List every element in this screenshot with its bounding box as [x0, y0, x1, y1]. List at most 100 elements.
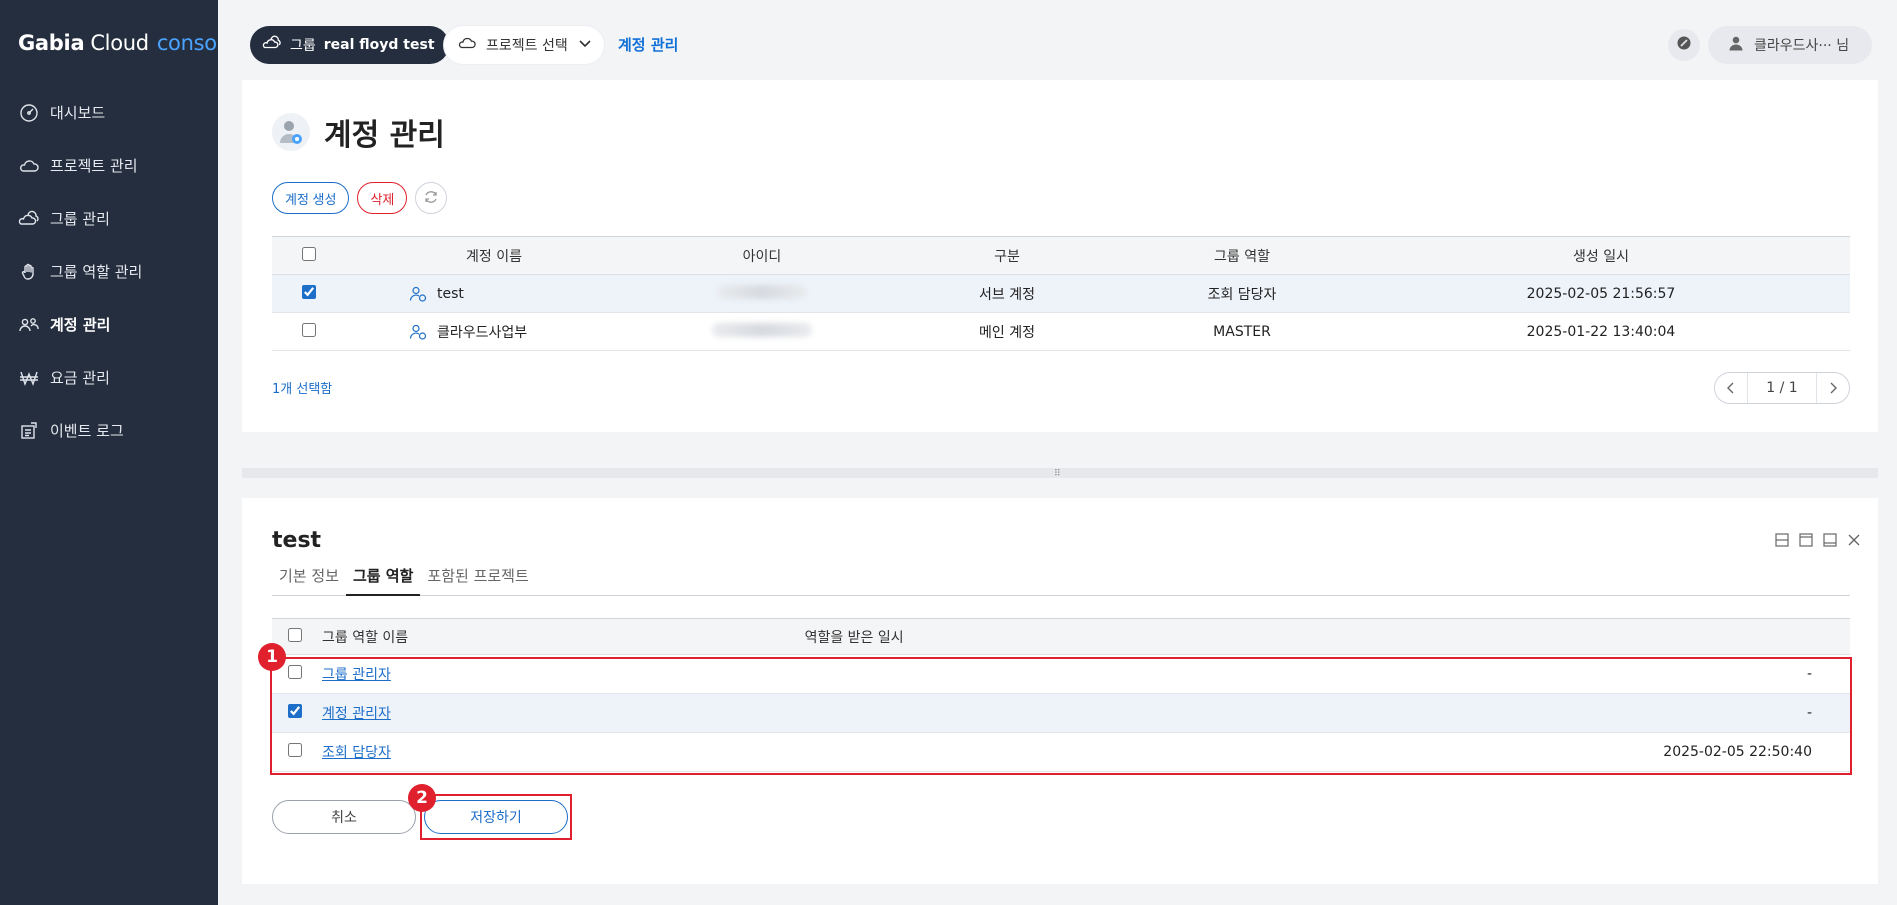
account-type: 메인 계정 — [882, 312, 1132, 351]
table-row[interactable]: 계정 관리자 - — [272, 693, 1850, 733]
refresh-button[interactable] — [415, 182, 448, 214]
close-icon[interactable] — [1846, 532, 1862, 548]
group-name: real floyd test — [323, 37, 435, 53]
sidebar-item-label: 그룹 관리 — [50, 210, 110, 228]
table-row[interactable]: test 서브 계정 조회 담당자 2025-02-05 21:56:57 — [272, 274, 1850, 313]
logo-brand: Gabia — [18, 31, 85, 55]
bottom-view-icon[interactable] — [1822, 532, 1838, 548]
tab-basic-info[interactable]: 기본 정보 — [272, 560, 346, 596]
page-indicator: 1 / 1 — [1747, 373, 1817, 403]
column-header[interactable]: 그룹 역할 — [1132, 236, 1352, 275]
select-all-checkbox[interactable] — [302, 246, 316, 261]
column-header[interactable]: 생성 일시 — [1352, 236, 1850, 275]
tab-included-projects[interactable]: 포함된 프로젝트 — [420, 560, 535, 596]
topbar: 그룹 real floyd test 프로젝트 선택 계정 관리 클라우드사··… — [218, 0, 1897, 82]
sidebar-item-label: 요금 관리 — [50, 369, 110, 387]
role-assigned-date: 2025-02-05 22:50:40 — [804, 732, 1850, 772]
dashboard-icon — [18, 102, 40, 124]
column-header[interactable]: 계정 이름 — [346, 236, 642, 275]
refresh-icon — [423, 189, 439, 208]
sidebar-item-billing[interactable]: 요금 관리 — [0, 351, 218, 404]
chat-button[interactable] — [1668, 29, 1700, 61]
sidebar-item-event-log[interactable]: 이벤트 로그 — [0, 404, 218, 457]
created-at: 2025-01-22 13:40:04 — [1352, 312, 1850, 351]
log-icon — [18, 420, 40, 442]
role-table: 그룹 역할 이름 역할을 받은 일시 그룹 관리자 - 계정 관리자 - 조회 … — [272, 618, 1850, 772]
panel-controls — [1766, 532, 1862, 548]
role-checkbox[interactable] — [288, 665, 302, 679]
cloud-icon — [456, 34, 478, 56]
project-selector[interactable]: 프로젝트 선택 — [444, 26, 604, 64]
group-clouds-icon — [18, 208, 40, 230]
breadcrumb[interactable]: 계정 관리 — [618, 34, 678, 55]
role-assigned-date: - — [804, 693, 1850, 733]
drag-handle-icon: ⠿ — [1054, 469, 1061, 479]
cloud-icon — [18, 155, 40, 177]
sidebar-item-groups[interactable]: 그룹 관리 — [0, 192, 218, 245]
group-clouds-icon — [262, 34, 282, 56]
group-label: 그룹 — [290, 38, 316, 54]
step-badge-1: 1 — [258, 643, 286, 671]
sidebar-item-accounts[interactable]: 계정 관리 — [0, 298, 218, 351]
prev-page-button[interactable] — [1715, 373, 1747, 403]
sidebar-item-dashboard[interactable]: 대시보드 — [0, 86, 218, 139]
select-all-checkbox[interactable] — [288, 627, 302, 642]
account-role: 조회 담당자 — [1132, 274, 1352, 313]
split-view-icon[interactable] — [1774, 532, 1790, 548]
select-all-cell — [272, 236, 346, 275]
sidebar-item-projects[interactable]: 프로젝트 관리 — [0, 139, 218, 192]
user-name: 클라우드사··· 님 — [1754, 38, 1850, 54]
tab-group-roles[interactable]: 그룹 역할 — [345, 560, 421, 596]
column-header[interactable]: 아이디 — [642, 236, 882, 275]
role-checkbox[interactable] — [288, 743, 302, 757]
group-selector[interactable]: 그룹 real floyd test — [250, 26, 449, 64]
role-checkbox[interactable] — [288, 704, 302, 718]
top-view-icon[interactable] — [1798, 532, 1814, 548]
hand-icon — [18, 261, 40, 283]
save-button[interactable]: 저장하기 — [424, 800, 568, 834]
next-page-button[interactable] — [1817, 373, 1849, 403]
won-icon — [18, 367, 40, 389]
detail-tabs: 기본 정보 그룹 역할 포함된 프로젝트 — [272, 560, 1850, 596]
user-menu[interactable]: 클라우드사··· 님 — [1708, 26, 1872, 64]
table-row[interactable]: 그룹 관리자 - — [272, 654, 1850, 694]
panel-resizer[interactable]: ⠿ — [242, 468, 1878, 479]
pagination: 1 / 1 — [1714, 372, 1850, 404]
role-link[interactable]: 조회 담당자 — [322, 745, 391, 761]
table-row[interactable]: 조회 담당자 2025-02-05 22:50:40 — [272, 732, 1850, 772]
row-checkbox[interactable] — [302, 284, 316, 299]
account-name: 클라우드사업부 — [437, 324, 528, 341]
sidebar-item-label: 프로젝트 관리 — [50, 157, 138, 175]
sidebar-item-label: 계정 관리 — [50, 316, 111, 334]
account-table: 계정 이름 아이디 구분 그룹 역할 생성 일시 test 서브 계정 조회 담… — [272, 236, 1850, 351]
row-checkbox[interactable] — [302, 322, 316, 337]
delete-button[interactable]: 삭제 — [357, 182, 408, 214]
main-account-icon — [409, 323, 427, 341]
account-name: test — [437, 285, 464, 302]
account-role: MASTER — [1132, 312, 1352, 351]
sidebar-item-label: 대시보드 — [50, 104, 106, 122]
sidebar: Gabia Cloud console 대시보드 프로젝트 관리 그룹 관리 그… — [0, 0, 235, 905]
role-link[interactable]: 그룹 관리자 — [322, 667, 391, 683]
user-icon — [1728, 35, 1744, 55]
page-title: 계정 관리 — [324, 118, 445, 153]
account-list-panel: 계정 관리 계정 생성 삭제 계정 이름 아이디 구분 그룹 역할 생성 일시 — [242, 80, 1878, 432]
role-link[interactable]: 계정 관리자 — [322, 706, 391, 722]
column-header[interactable]: 구분 — [882, 236, 1132, 275]
sidebar-item-label: 이벤트 로그 — [50, 422, 124, 440]
step-badge-2: 2 — [408, 784, 436, 812]
column-header: 그룹 역할 이름 — [322, 618, 805, 655]
cancel-button[interactable]: 취소 — [272, 800, 416, 834]
account-type: 서브 계정 — [882, 274, 1132, 313]
table-row[interactable]: 클라우드사업부 메인 계정 MASTER 2025-01-22 13:40:04 — [272, 312, 1850, 351]
sidebar-item-label: 그룹 역할 관리 — [50, 263, 143, 281]
chevron-down-icon — [578, 37, 592, 53]
sub-account-icon — [409, 285, 427, 303]
role-assigned-date: - — [804, 654, 1850, 694]
create-account-button[interactable]: 계정 생성 — [272, 182, 350, 214]
sidebar-item-group-roles[interactable]: 그룹 역할 관리 — [0, 245, 218, 298]
logo[interactable]: Gabia Cloud console — [0, 0, 235, 86]
selected-count: 1개 선택함 — [272, 382, 333, 397]
users-icon — [18, 314, 40, 336]
logo-product: Cloud — [90, 31, 149, 55]
